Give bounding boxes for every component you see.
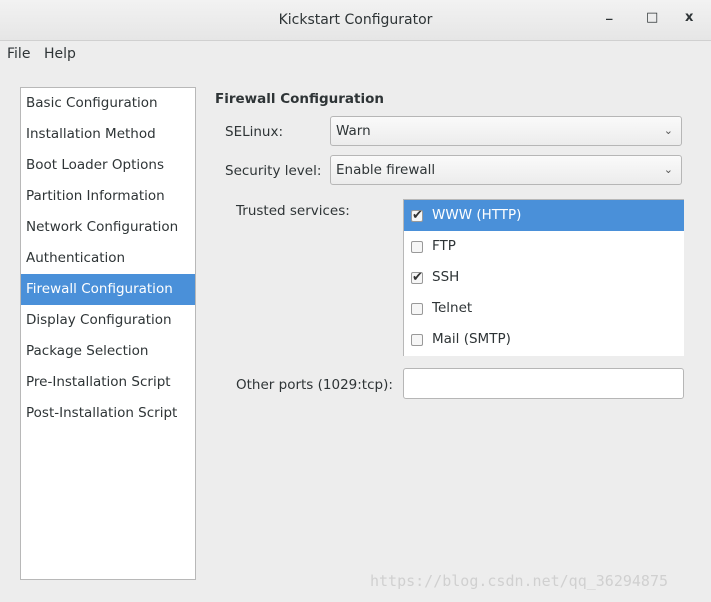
sidebar-item[interactable]: Firewall Configuration [21, 274, 195, 305]
security-level-value: Enable firewall [336, 162, 436, 178]
sidebar-item[interactable]: Partition Information [21, 181, 195, 212]
selinux-dropdown[interactable]: Warn ⌄ [330, 116, 682, 146]
menu-help[interactable]: Help [44, 46, 76, 62]
trusted-services-list: ✔ WWW (HTTP) FTP ✔ SSH Telnet Mail (SMTP) [403, 199, 684, 356]
sidebar-item[interactable]: Display Configuration [21, 305, 195, 336]
checkbox[interactable]: ✔ [411, 209, 423, 222]
security-level-label: Security level: [225, 163, 322, 179]
checkbox[interactable] [411, 303, 423, 315]
other-ports-label: Other ports (1029:tcp): [236, 377, 393, 393]
sidebar-item[interactable]: Installation Method [21, 119, 195, 150]
service-label: Mail (SMTP) [432, 331, 511, 347]
selinux-value: Warn [336, 123, 371, 139]
service-label: FTP [432, 238, 456, 254]
sidebar-item[interactable]: Authentication [21, 243, 195, 274]
menu-file[interactable]: File [7, 46, 30, 62]
maximize-button[interactable]: □ [646, 10, 658, 25]
section-heading: Firewall Configuration [215, 91, 385, 107]
sidebar-item[interactable]: Network Configuration [21, 212, 195, 243]
checkbox[interactable] [411, 334, 423, 346]
sidebar-item[interactable]: Boot Loader Options [21, 150, 195, 181]
checkbox[interactable] [411, 241, 423, 253]
other-ports-input[interactable] [403, 368, 684, 399]
chevron-down-icon: ⌄ [663, 124, 673, 137]
security-level-dropdown[interactable]: Enable firewall ⌄ [330, 155, 682, 185]
service-item[interactable]: ✔ WWW (HTTP) [404, 200, 684, 231]
sidebar: Basic Configuration Installation Method Bo… [20, 87, 196, 580]
close-button[interactable]: x [685, 10, 693, 25]
watermark: https://blog.csdn.net/qq_36294875 [370, 572, 669, 590]
service-label: WWW (HTTP) [432, 207, 522, 223]
service-item[interactable]: Telnet [404, 293, 684, 324]
service-item[interactable]: Mail (SMTP) [404, 324, 684, 355]
sidebar-item[interactable]: Pre-Installation Script [21, 367, 195, 398]
checkbox[interactable]: ✔ [411, 271, 423, 284]
chevron-down-icon: ⌄ [663, 163, 673, 176]
sidebar-item[interactable]: Basic Configuration [21, 88, 195, 119]
service-label: SSH [432, 269, 460, 285]
service-item[interactable]: ✔ SSH [404, 262, 684, 293]
sidebar-item[interactable]: Package Selection [21, 336, 195, 367]
trusted-services-label: Trusted services: [236, 203, 350, 219]
selinux-label: SELinux: [225, 124, 284, 140]
service-label: Telnet [432, 300, 473, 316]
sidebar-item[interactable]: Post-Installation Script [21, 398, 195, 429]
window-title: Kickstart Configurator [278, 12, 433, 28]
minimize-button[interactable]: _ [606, 6, 613, 21]
service-item[interactable]: FTP [404, 231, 684, 262]
